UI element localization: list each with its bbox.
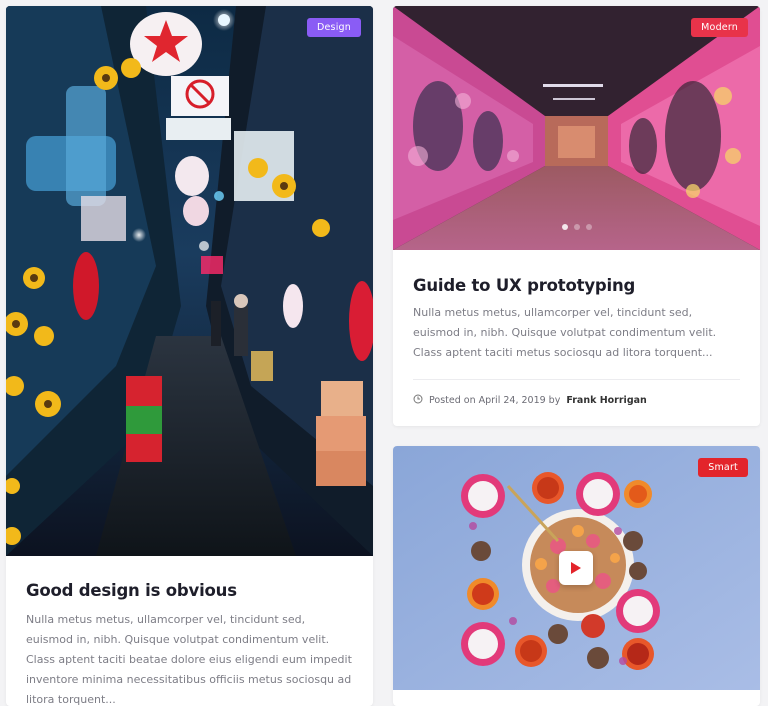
post-card-modern[interactable]: Modern Guide to UX prototyping Nulla met…	[393, 6, 760, 426]
category-badge[interactable]: Modern	[691, 18, 748, 37]
clock-icon	[413, 394, 423, 407]
post-excerpt: Nulla metus metus, ullamcorper vel, tinc…	[26, 613, 352, 706]
post-title[interactable]: Good design is obvious	[26, 581, 237, 600]
post-title[interactable]: Guide to UX prototyping	[413, 276, 635, 295]
post-author[interactable]: Frank Horrigan	[566, 395, 646, 406]
post-image-graffiti-tunnel[interactable]: Modern	[393, 6, 760, 250]
slider-dot-1[interactable]	[561, 224, 568, 230]
post-excerpt: Nulla metus metus, ullamcorper vel, tinc…	[413, 306, 717, 359]
slider-dot-3[interactable]	[585, 224, 592, 230]
post-meta: Posted on April 24, 2019 by Frank Horrig…	[413, 394, 647, 407]
post-image-fruit-bowl[interactable]: Smart	[393, 446, 760, 690]
post-image-neon-alley[interactable]: Design	[6, 6, 373, 556]
meta-divider	[413, 379, 740, 380]
post-card-design[interactable]: Design Good design is obvious Nulla metu…	[6, 6, 373, 706]
slider-dot-2[interactable]	[573, 224, 580, 230]
play-icon	[571, 562, 581, 574]
category-badge[interactable]: Design	[306, 18, 361, 37]
category-badge[interactable]: Smart	[698, 458, 748, 477]
video-play-button[interactable]	[559, 551, 593, 585]
post-card-smart[interactable]: Smart	[393, 446, 760, 706]
slider-dots	[561, 224, 592, 230]
neon-alley-photo	[6, 6, 373, 556]
post-date: Posted on April 24, 2019 by	[429, 395, 561, 406]
graffiti-tunnel-photo	[393, 6, 760, 250]
